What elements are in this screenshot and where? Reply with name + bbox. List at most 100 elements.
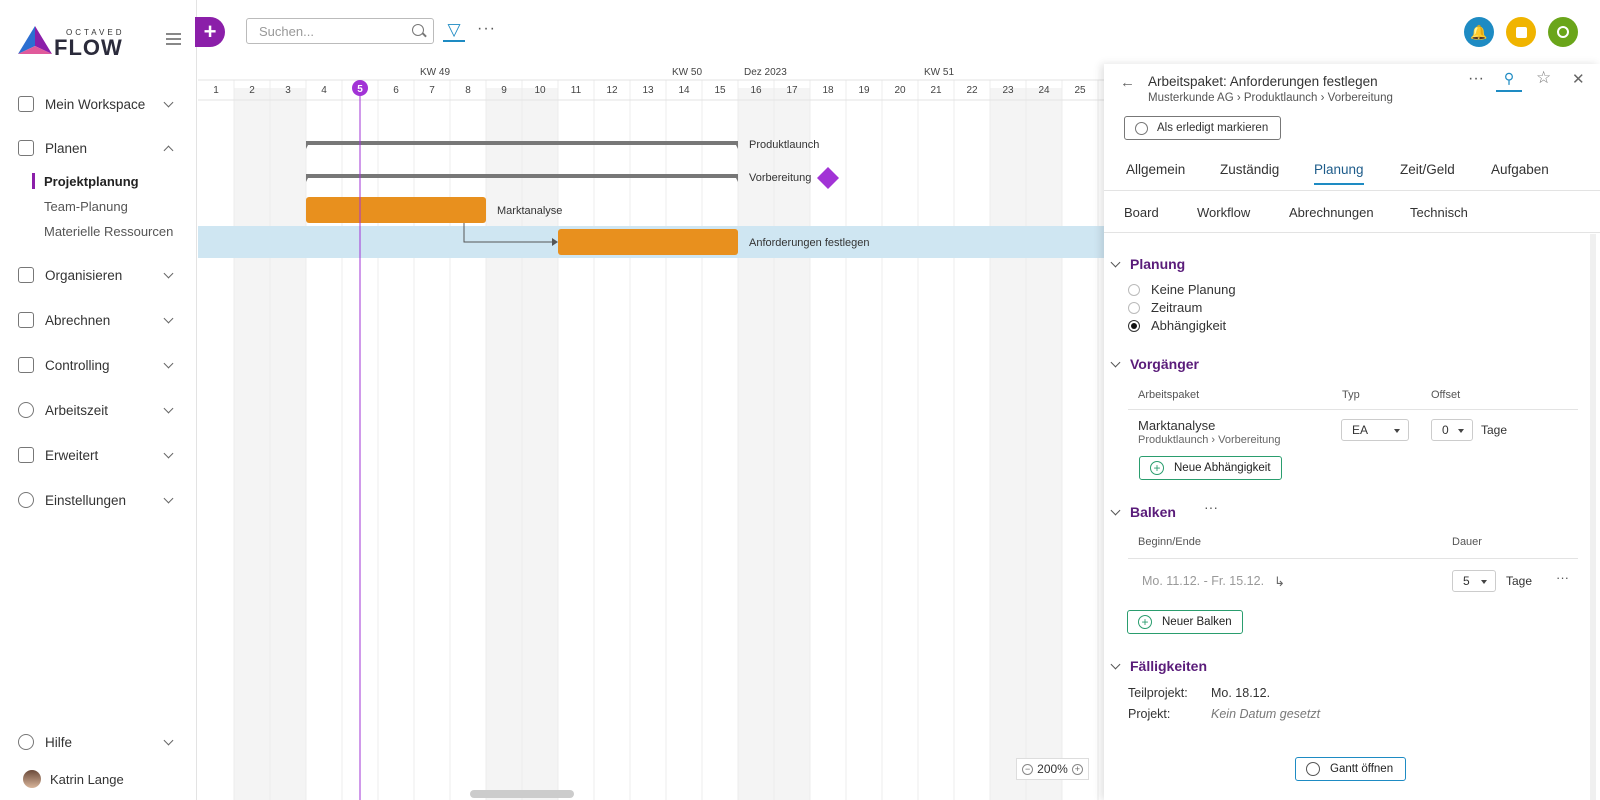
nav-controlling[interactable]: Controlling: [0, 350, 196, 380]
bar-label[interactable]: Marktanalyse: [497, 205, 562, 217]
mark-done-button[interactable]: Als erledigt markieren: [1124, 116, 1282, 140]
panel-scrollbar[interactable]: [1590, 234, 1596, 800]
tab-abrechnungen[interactable]: Abrechnungen: [1289, 205, 1374, 220]
day-label: 3: [285, 85, 291, 96]
star-icon[interactable]: ☆: [1536, 68, 1551, 88]
day-label: 21: [930, 85, 942, 96]
calendar-icon: [18, 140, 34, 156]
nav-einstellungen[interactable]: Einstellungen: [0, 485, 196, 515]
menu-toggle-icon[interactable]: [166, 33, 181, 45]
offset-select[interactable]: 0: [1431, 419, 1473, 441]
tab-aufgaben[interactable]: Aufgaben: [1491, 162, 1549, 183]
section-planung-heading[interactable]: Planung: [1130, 256, 1185, 272]
task-bar[interactable]: [306, 197, 486, 223]
nav-organisieren[interactable]: Organisieren: [0, 260, 196, 290]
sub-item-projektplanung[interactable]: Projektplanung: [44, 174, 139, 189]
task-bar[interactable]: [558, 229, 738, 255]
detail-panel: ← Arbeitspaket: Anforderungen festlegen …: [1104, 64, 1600, 800]
tab-technisch[interactable]: Technisch: [1410, 205, 1468, 220]
bar-date-range[interactable]: Mo. 11.12. - Fr. 15.12.: [1142, 574, 1264, 588]
app-logo[interactable]: OCTAVED FLOW: [18, 24, 138, 60]
week-label: Dez 2023: [744, 67, 787, 78]
user-profile[interactable]: Katrin Lange: [14, 770, 124, 788]
section-faelligkeiten-heading[interactable]: Fälligkeiten: [1130, 658, 1207, 674]
bar-label[interactable]: Vorbereitung: [749, 172, 811, 184]
new-bar-button[interactable]: + Neuer Balken: [1127, 610, 1243, 634]
gantt-chart[interactable]: 1 2 3 4 6 7 8 9 10 11 12 13 14 15 16 17 18 19 20 21 22 23 24 25…: [198, 64, 1104, 800]
balken-more-icon[interactable]: ···: [1204, 499, 1218, 515]
notifications-button[interactable]: 🔔: [1464, 17, 1494, 47]
day-label: 17: [786, 85, 798, 96]
sub-item-materielle-ressourcen[interactable]: Materielle Ressourcen: [44, 224, 173, 239]
predecessor-name[interactable]: Marktanalyse: [1138, 418, 1215, 433]
nav-mein-workspace[interactable]: Mein Workspace: [0, 89, 196, 119]
typ-select[interactable]: EA: [1341, 419, 1409, 441]
zoom-out-icon[interactable]: −: [1022, 763, 1034, 775]
open-gantt-button[interactable]: Gantt öffnen: [1295, 757, 1407, 781]
more-options-icon[interactable]: ···: [477, 20, 496, 38]
close-icon[interactable]: ✕: [1572, 70, 1585, 88]
breadcrumb-item[interactable]: Vorbereitung: [1328, 92, 1393, 104]
section-vorgaenger-heading[interactable]: Vorgänger: [1130, 356, 1199, 372]
tab-zeit-geld[interactable]: Zeit/Geld: [1400, 162, 1455, 183]
tab-allgemein[interactable]: Allgemein: [1126, 162, 1185, 183]
breadcrumb-item[interactable]: Produktlaunch: [1244, 92, 1318, 104]
nav-arbeitszeit[interactable]: Arbeitszeit: [0, 395, 196, 425]
list-icon: [18, 447, 34, 463]
tab-planung[interactable]: Planung: [1314, 162, 1364, 185]
nav-planen[interactable]: Planen: [0, 133, 196, 163]
bar-label[interactable]: Produktlaunch: [749, 139, 819, 151]
chevron-down-icon: [163, 448, 174, 459]
tab-zustaendig[interactable]: Zuständig: [1220, 162, 1279, 183]
nav-erweitert[interactable]: Erweitert: [0, 440, 196, 470]
timer-button[interactable]: [1548, 17, 1578, 47]
milestone-diamond[interactable]: [817, 167, 839, 189]
zoom-control: − 200% +: [1016, 758, 1089, 780]
day-label: 22: [966, 85, 978, 96]
nav-label: Organisieren: [45, 267, 123, 283]
sub-item-team-planung[interactable]: Team-Planung: [44, 199, 128, 214]
dauer-select[interactable]: 5: [1452, 570, 1496, 592]
teilprojekt-value: Mo. 18.12.: [1211, 686, 1271, 700]
breadcrumb-item[interactable]: Musterkunde AG: [1148, 92, 1234, 104]
day-label: 25: [1074, 85, 1086, 96]
summary-bar[interactable]: [306, 141, 738, 145]
pie-chart-icon: [1306, 762, 1320, 776]
nav-abrechnen[interactable]: Abrechnen: [0, 305, 196, 335]
radio-keine-planung[interactable]: Keine Planung: [1128, 282, 1236, 297]
tab-board[interactable]: Board: [1124, 205, 1159, 220]
zoom-in-icon[interactable]: +: [1071, 763, 1083, 775]
day-label: 4: [321, 85, 327, 96]
summary-bar[interactable]: [306, 174, 738, 178]
horizontal-scrollbar[interactable]: [470, 790, 574, 798]
filter-icon[interactable]: ▽: [443, 20, 465, 42]
day-label: 1: [213, 85, 219, 96]
nav-hilfe[interactable]: Hilfe: [0, 727, 196, 757]
notes-button[interactable]: [1506, 17, 1536, 47]
radio-zeitraum[interactable]: Zeitraum: [1128, 300, 1202, 315]
predecessor-path: Produktlaunch › Vorbereitung: [1138, 434, 1281, 446]
projekt-label: Projekt:: [1128, 707, 1171, 721]
radio-abhaengigkeit[interactable]: Abhängigkeit: [1128, 318, 1226, 333]
search-input[interactable]: [246, 18, 434, 44]
new-dependency-button[interactable]: + Neue Abhängigkeit: [1139, 456, 1282, 480]
section-balken-heading[interactable]: Balken: [1130, 504, 1176, 520]
weekend-column: [522, 88, 558, 800]
gantt-canvas[interactable]: 1 2 3 4 6 7 8 9 10 11 12 13 14 15 16 17 18 19 20 21 22 23 24 25…: [198, 64, 1104, 800]
note-icon: [1515, 26, 1527, 38]
tab-workflow[interactable]: Workflow: [1197, 205, 1250, 220]
day-label: 8: [465, 85, 471, 96]
button-label: Gantt öffnen: [1330, 763, 1394, 775]
pin-icon[interactable]: ⚲: [1496, 70, 1522, 92]
nav-label: Einstellungen: [45, 492, 127, 508]
add-button[interactable]: +: [195, 17, 225, 47]
more-options-icon[interactable]: ···: [1468, 70, 1484, 88]
week-label: KW 49: [420, 67, 450, 78]
week-label: KW 51: [924, 67, 954, 78]
back-arrow-icon[interactable]: ←: [1120, 74, 1135, 91]
day-label: 12: [606, 85, 618, 96]
search-icon[interactable]: [412, 24, 424, 36]
chevron-down-icon: [163, 358, 174, 369]
bar-label[interactable]: Anforderungen festlegen: [749, 237, 869, 249]
row-more-icon[interactable]: ···: [1556, 570, 1569, 585]
